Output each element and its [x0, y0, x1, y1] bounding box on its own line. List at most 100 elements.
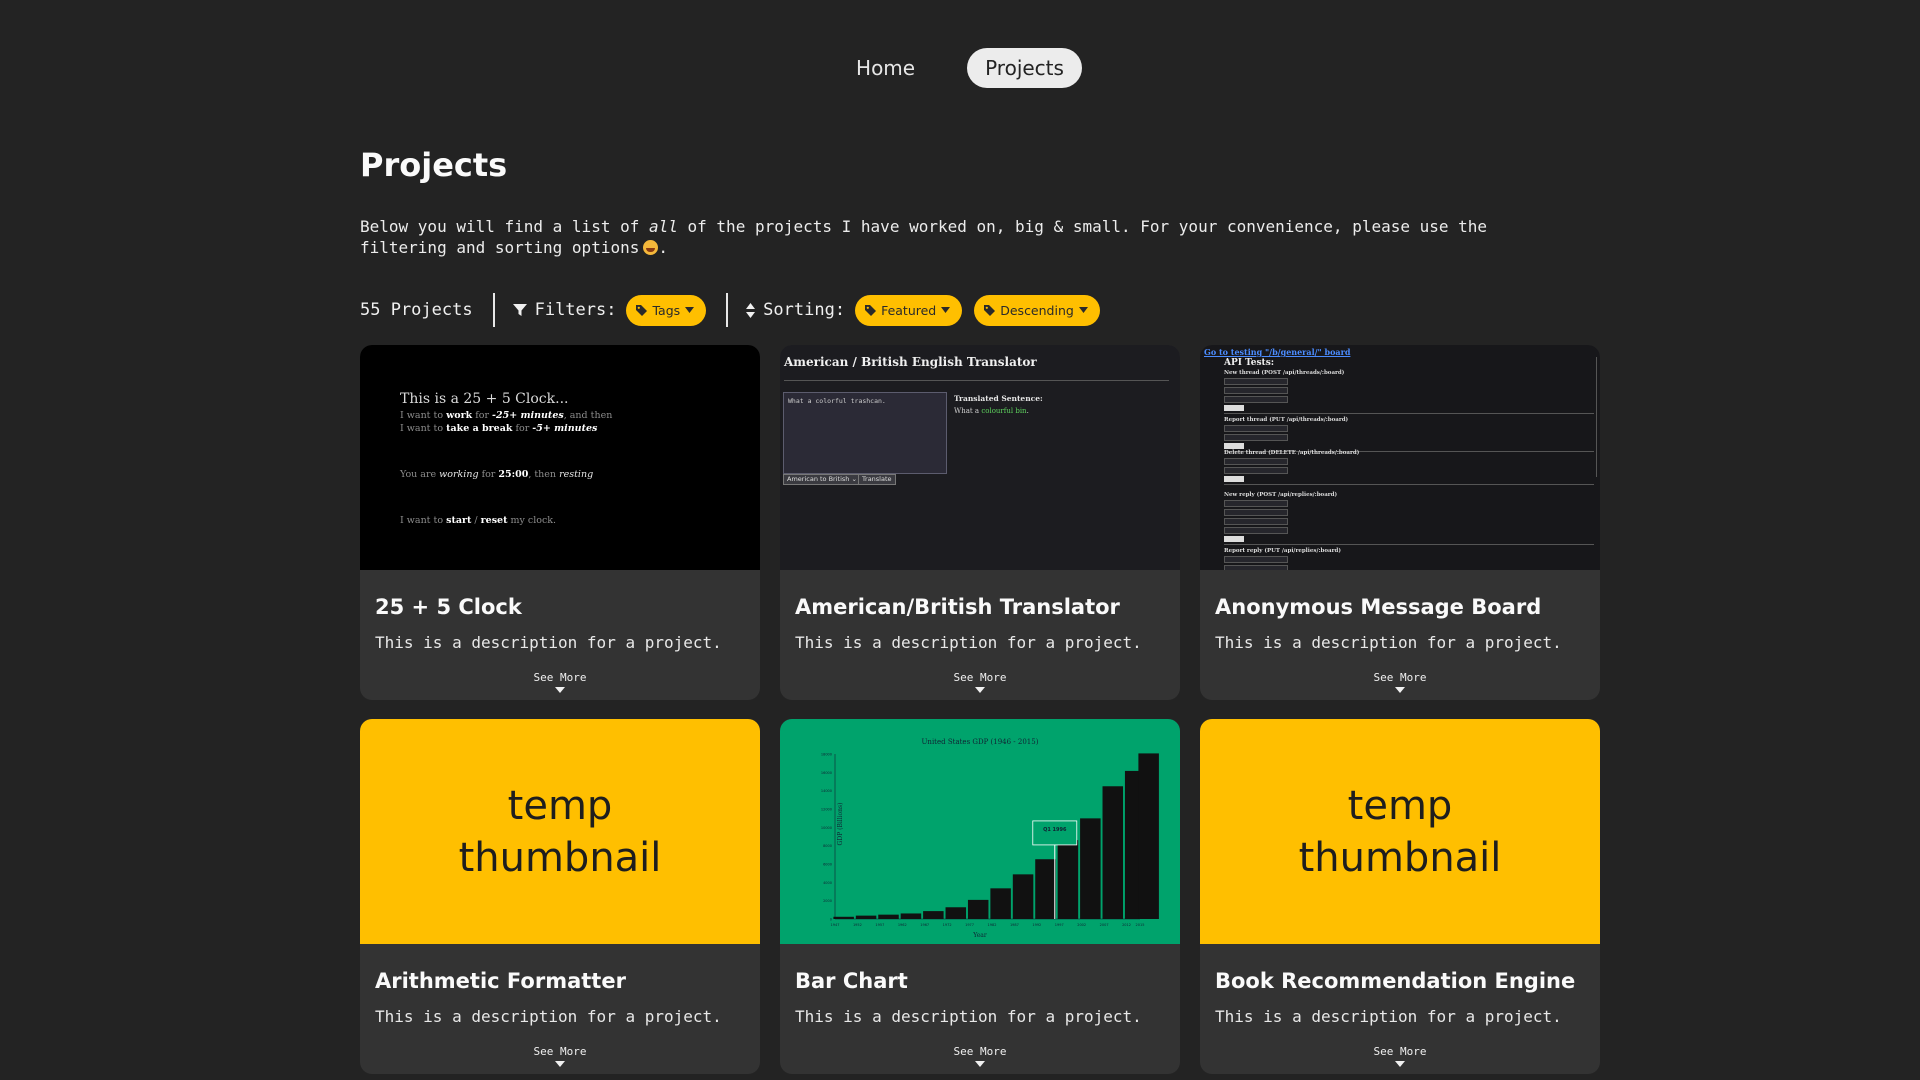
see-more-button[interactable]: See More [780, 671, 1180, 693]
thumb-section-title: Report reply (PUT /api/replies/:board) [1224, 548, 1341, 554]
chart-x-tick-label: 1967 [920, 923, 929, 927]
thumb-text: I want to [400, 410, 447, 421]
thumb-placeholder-text: temp thumbnail [1298, 782, 1502, 881]
thumb-heading: This is a 25 + 5 Clock... [400, 391, 569, 407]
project-card[interactable]: Go to testing "/b/general/" board API Te… [1200, 345, 1600, 700]
see-more-button[interactable]: See More [360, 1045, 760, 1067]
thumb-text: , then [528, 469, 560, 480]
project-card[interactable]: temp thumbnail Book Recommendation Engin… [1200, 719, 1600, 1074]
thumb-field [1224, 425, 1288, 432]
see-more-button[interactable]: See More [780, 1045, 1180, 1067]
caret-down-icon [555, 1061, 565, 1067]
page-title: Projects [360, 146, 508, 184]
tags-filter-button[interactable]: Tags [626, 294, 707, 326]
thumb-submit [1224, 536, 1244, 542]
tag-icon [984, 304, 996, 316]
see-more-button[interactable]: See More [1200, 1045, 1600, 1067]
chart-y-tick-label: 2000 [823, 899, 832, 903]
thumb-submit [1224, 476, 1244, 482]
thumb-field [1224, 565, 1288, 570]
chart-bar [967, 899, 989, 919]
project-card[interactable]: United States GDP (1946 - 2015) GDP (Bil… [780, 719, 1180, 1074]
chart-x-tick-label: 1992 [1032, 923, 1041, 927]
thumb-section-title: New reply (POST /api/replies/:board) [1224, 492, 1338, 498]
card-description: This is a description for a project. [375, 1007, 722, 1026]
card-description: This is a description for a project. [1215, 1007, 1562, 1026]
caret-down-icon [1395, 687, 1405, 693]
thumb-result-label: Translated Sentence: [954, 394, 1043, 403]
see-more-label: See More [1373, 1045, 1427, 1058]
chart-y-label: GDP (Billions) [837, 803, 844, 846]
chart-x-tick-label: 2012 [1122, 923, 1131, 927]
thumb-field [1224, 458, 1288, 465]
see-more-button[interactable]: See More [1200, 671, 1600, 693]
chart-x-tick-label: 2002 [1077, 923, 1086, 927]
see-more-button[interactable]: See More [360, 671, 760, 693]
thumb-highlight: colourful bin [981, 407, 1027, 415]
project-card[interactable]: This is a 25 + 5 Clock... I want to work… [360, 345, 760, 700]
thumb-result: What a colourful bin. [954, 407, 1029, 415]
thumb-field [1224, 527, 1288, 534]
thumb-section-title: Report thread (PUT /api/threads/:board) [1224, 417, 1349, 423]
project-thumbnail: American / British English Translator Wh… [780, 345, 1180, 570]
card-description: This is a description for a project. [1215, 633, 1562, 652]
sort-order-button[interactable]: Descending [974, 294, 1100, 326]
see-more-label: See More [953, 1045, 1007, 1058]
chart-x-tick-label: 1947 [831, 923, 840, 927]
card-title: Anonymous Message Board [1215, 595, 1542, 619]
sort-field-label: Featured [881, 302, 937, 318]
chart-x-tick-label: 2007 [1100, 923, 1109, 927]
chart-bar [1057, 840, 1079, 919]
thumb-link: Go to testing "/b/general/" board [1204, 347, 1351, 357]
thumb-translate-button: Translate [858, 474, 896, 485]
thumb-line: I want to start / reset my clock. [400, 515, 556, 526]
card-title: Bar Chart [795, 969, 908, 993]
thumb-field [1224, 467, 1288, 474]
chart-y-tick-label: 10000 [821, 826, 832, 830]
thumb-section: New thread (POST /api/threads/:board) [1224, 370, 1594, 414]
thumb-divider [1224, 413, 1594, 414]
see-more-label: See More [1373, 671, 1427, 684]
see-more-label: See More [953, 671, 1007, 684]
thumb-text: work [446, 410, 473, 421]
intro-text: Below you will find a list of all of the… [360, 216, 1580, 258]
chart-y-tick-label: 8000 [823, 844, 832, 848]
thumb-section: Report thread (PUT /api/threads/:board) [1224, 417, 1594, 452]
chart-y-tick-label: 14000 [821, 789, 832, 793]
thumb-field [1224, 556, 1288, 563]
project-card[interactable]: American / British English Translator Wh… [780, 345, 1180, 700]
thumb-placeholder-text: temp thumbnail [458, 782, 662, 881]
project-card[interactable]: temp thumbnail Arithmetic Formatter This… [360, 719, 760, 1074]
project-thumbnail: temp thumbnail [1200, 719, 1600, 944]
nav-projects-link[interactable]: Projects [967, 48, 1082, 88]
thumb-field [1224, 434, 1288, 441]
chart-bar [855, 915, 877, 919]
chart-bar [900, 913, 922, 919]
caret-down-icon [1395, 1061, 1405, 1067]
thumb-section-title: New thread (POST /api/threads/:board) [1224, 370, 1345, 376]
thumb-text: take a break [446, 423, 513, 434]
thumb-scrollbar [1596, 357, 1597, 477]
sort-field-button[interactable]: Featured [855, 294, 963, 326]
thumb-text: 25:00 [498, 469, 529, 480]
thumb-line: I want to take a break for -5+ minutes [400, 423, 597, 434]
thumb-divider [1224, 544, 1594, 545]
project-thumbnail: Go to testing "/b/general/" board API Te… [1200, 345, 1600, 570]
thumb-text: reset [480, 515, 508, 526]
caret-down-icon [941, 307, 951, 313]
project-controls: 55 Projects Filters: Tags Sorting: Featu… [360, 292, 1100, 328]
card-description: This is a description for a project. [795, 1007, 1142, 1026]
card-title: 25 + 5 Clock [375, 595, 522, 619]
chart-y-tick-label: 18000 [821, 753, 832, 757]
sort-icon [746, 302, 756, 318]
chart-x-label: Year [972, 932, 987, 939]
nav-home-link[interactable]: Home [838, 48, 933, 88]
filters-label: Filters: [534, 300, 617, 320]
chart-y-tick-label: 4000 [823, 881, 832, 885]
see-more-label: See More [533, 671, 587, 684]
thumb-heading: API Tests: [1224, 358, 1275, 368]
smiley-emoji-icon [643, 240, 659, 255]
chart-bar [923, 911, 944, 919]
see-more-label: See More [533, 1045, 587, 1058]
tag-icon [636, 304, 648, 316]
